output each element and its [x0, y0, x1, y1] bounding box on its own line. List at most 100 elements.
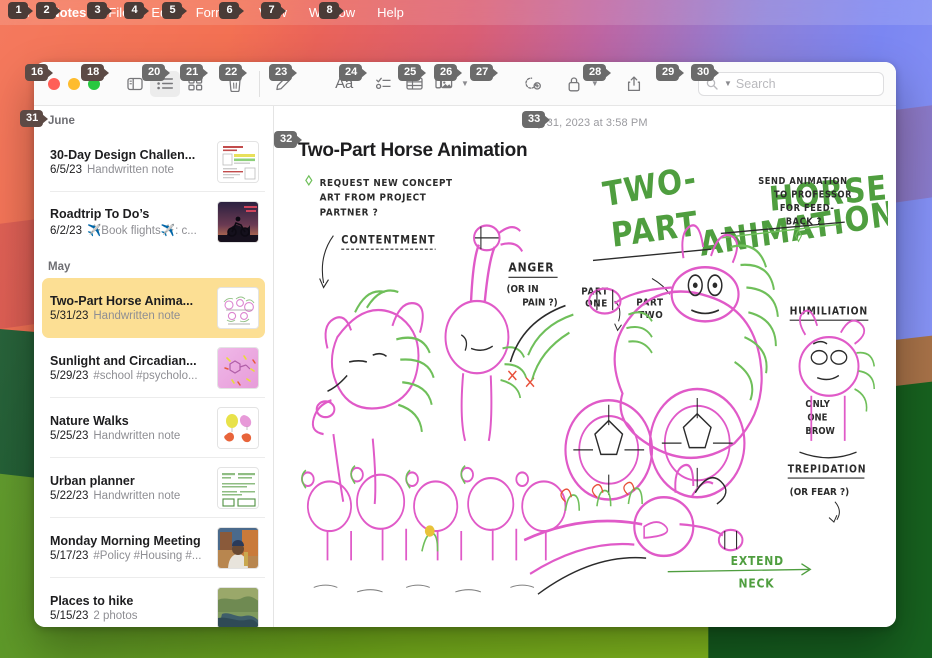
annotation-badge-28: 28 [583, 64, 607, 81]
note-title: Two-Part Horse Anima... [50, 294, 194, 308]
note-subtitle: Handwritten note [86, 164, 174, 176]
note-group-header-june: June [48, 115, 75, 127]
note-date: 6/2/23 [50, 225, 82, 237]
annotation-badge-4: 4 [124, 2, 144, 19]
annotation-badge-5: 5 [162, 2, 182, 19]
annotation-badge-23: 23 [269, 64, 293, 81]
note-thumbnail [217, 407, 259, 449]
note-subtitle: Handwritten note [93, 490, 181, 502]
annotation-badge-3: 3 [87, 2, 107, 19]
annotation-badge-24: 24 [339, 64, 363, 81]
search-placeholder: Search [735, 76, 776, 91]
desktop:  Notes File Edit Format View Window Hel… [0, 0, 932, 658]
note-row-text: Urban planner 5/22/23 Handwritten note [50, 474, 209, 502]
annotation-badge-2: 2 [36, 2, 56, 19]
note-meta: 6/2/23 ✈️Book flights✈️: c... [50, 223, 209, 237]
note-group-header-may: May [48, 261, 71, 273]
svg-text:CONTENTMENT: CONTENTMENT [341, 234, 435, 247]
annotation-badge-22: 22 [219, 64, 243, 81]
note-row-text: Nature Walks 5/25/23 Handwritten note [50, 414, 209, 442]
note-subtitle: #school #psycholo... [93, 370, 198, 382]
annotation-badge-31: 31 [20, 110, 44, 127]
list-item[interactable]: 30-Day Design Challen... 6/5/23 Handwritt… [42, 132, 265, 192]
close-button[interactable] [48, 77, 60, 90]
annotation-badge-8: 8 [319, 2, 339, 19]
annotation-badge-20: 20 [142, 64, 166, 81]
menu-item-help[interactable]: Help [366, 0, 415, 25]
note-row-text: 30-Day Design Challen... 6/5/23 Handwritt… [50, 148, 209, 176]
svg-text:SEND ANIMATION: SEND ANIMATION [758, 176, 847, 187]
note-row-text: Places to hike 5/15/23 2 photos [50, 594, 209, 622]
note-thumbnail [217, 141, 259, 183]
note-row-text: Roadtrip To Do’s 6/2/23 ✈️Book flights✈️:… [50, 207, 209, 237]
note-date: 5/15/23 [50, 610, 89, 622]
note-thumbnail [217, 347, 259, 389]
note-title: Urban planner [50, 474, 135, 488]
note-detail[interactable]: May 31, 2023 at 3:58 PM Two-Part Horse A… [274, 106, 896, 627]
annotation-badge-7: 7 [261, 2, 281, 19]
share-icon[interactable] [619, 71, 649, 97]
svg-text:ART FROM PROJECT: ART FROM PROJECT [320, 192, 427, 204]
annotation-badge-26: 26 [434, 64, 458, 81]
toolbar-divider [259, 70, 260, 97]
list-item[interactable]: Urban planner 5/22/23 Handwritten note [42, 458, 265, 518]
svg-text:BACK ?: BACK ? [786, 217, 822, 228]
annotation-badge-32: 32 [274, 131, 298, 148]
note-thumbnail [217, 287, 259, 329]
note-title: Places to hike [50, 594, 134, 608]
checklist-icon[interactable] [369, 71, 399, 97]
svg-text:(OR IN: (OR IN [506, 283, 538, 295]
svg-text:BROW: BROW [805, 427, 834, 438]
list-item[interactable]: Places to hike 5/15/23 2 photos [42, 578, 265, 627]
list-item[interactable]: Sunlight and Circadian... 5/29/23 #school… [42, 338, 265, 398]
note-subtitle: Handwritten note [93, 310, 181, 322]
note-date: 5/25/23 [50, 430, 89, 442]
note-title: Monday Morning Meeting [50, 534, 201, 548]
note-thumbnail [217, 527, 259, 569]
note-meta: 5/22/23 Handwritten note [50, 490, 209, 502]
search-chevron-down-icon[interactable]: ▼ [724, 79, 732, 88]
annotation-badge-6: 6 [219, 2, 239, 19]
annotation-badge-16: 16 [25, 64, 49, 81]
note-meta: 5/25/23 Handwritten note [50, 430, 209, 442]
note-subtitle: ✈️Book flights✈️: c... [86, 225, 197, 237]
svg-text:PARTNER ?: PARTNER ? [320, 207, 379, 219]
note-title: Roadtrip To Do’s [50, 207, 150, 221]
list-item[interactable]: Roadtrip To Do’s 6/2/23 ✈️Book flights✈️:… [42, 192, 265, 252]
sketch-drawing: .hw { font-family: "DejaVu Sans", sans-s… [298, 168, 888, 619]
annotation-badge-29: 29 [656, 64, 680, 81]
svg-text:TREPIDATION: TREPIDATION [788, 464, 867, 476]
note-title: 30-Day Design Challen... [50, 148, 196, 162]
svg-text:ONE: ONE [807, 413, 827, 424]
svg-text:REQUEST NEW CONCEPT: REQUEST NEW CONCEPT [320, 178, 453, 190]
page-title: Two-Part Horse Animation [298, 140, 528, 161]
svg-text:(OR FEAR ?): (OR FEAR ?) [790, 486, 849, 498]
collaborate-icon[interactable] [519, 71, 549, 97]
window-body: June 30-Day Design Challen... 6/5/23 Hand… [34, 106, 896, 627]
note-list[interactable]: June 30-Day Design Challen... 6/5/23 Hand… [34, 106, 274, 627]
note-date: 5/31/23 [50, 310, 89, 322]
handwritten-canvas[interactable]: .hw { font-family: "DejaVu Sans", sans-s… [298, 168, 888, 619]
minimize-button[interactable] [68, 77, 80, 90]
note-row-text: Two-Part Horse Anima... 5/31/23 Handwritt… [50, 294, 209, 322]
svg-text:EXTEND: EXTEND [731, 553, 784, 568]
note-meta: 6/5/23 Handwritten note [50, 164, 209, 176]
note-timestamp: May 31, 2023 at 3:58 PM [522, 117, 648, 129]
annotation-badge-25: 25 [398, 64, 422, 81]
note-subtitle: #Policy #Housing #... [93, 550, 202, 562]
note-date: 5/29/23 [50, 370, 89, 382]
media-chevron-down-icon[interactable]: ▼ [461, 79, 469, 88]
svg-text:FOR FEED-: FOR FEED- [780, 203, 835, 214]
svg-text:ANGER: ANGER [508, 260, 554, 275]
annotation-badge-27: 27 [470, 64, 494, 81]
note-thumbnail [217, 587, 259, 627]
note-date: 6/5/23 [50, 164, 82, 176]
note-row-text: Monday Morning Meeting 5/17/23 #Policy #H… [50, 534, 209, 562]
search-input[interactable]: ▼ Search [698, 71, 884, 96]
list-item[interactable]: Nature Walks 5/25/23 Handwritten note [42, 398, 265, 458]
note-meta: 5/15/23 2 photos [50, 610, 209, 622]
list-item-selected[interactable]: Two-Part Horse Anima... 5/31/23 Handwritt… [42, 278, 265, 338]
annotation-badge-1: 1 [8, 2, 28, 19]
svg-text:TO PROFESSOR: TO PROFESSOR [774, 190, 852, 201]
list-item[interactable]: Monday Morning Meeting 5/17/23 #Policy #H… [42, 518, 265, 578]
